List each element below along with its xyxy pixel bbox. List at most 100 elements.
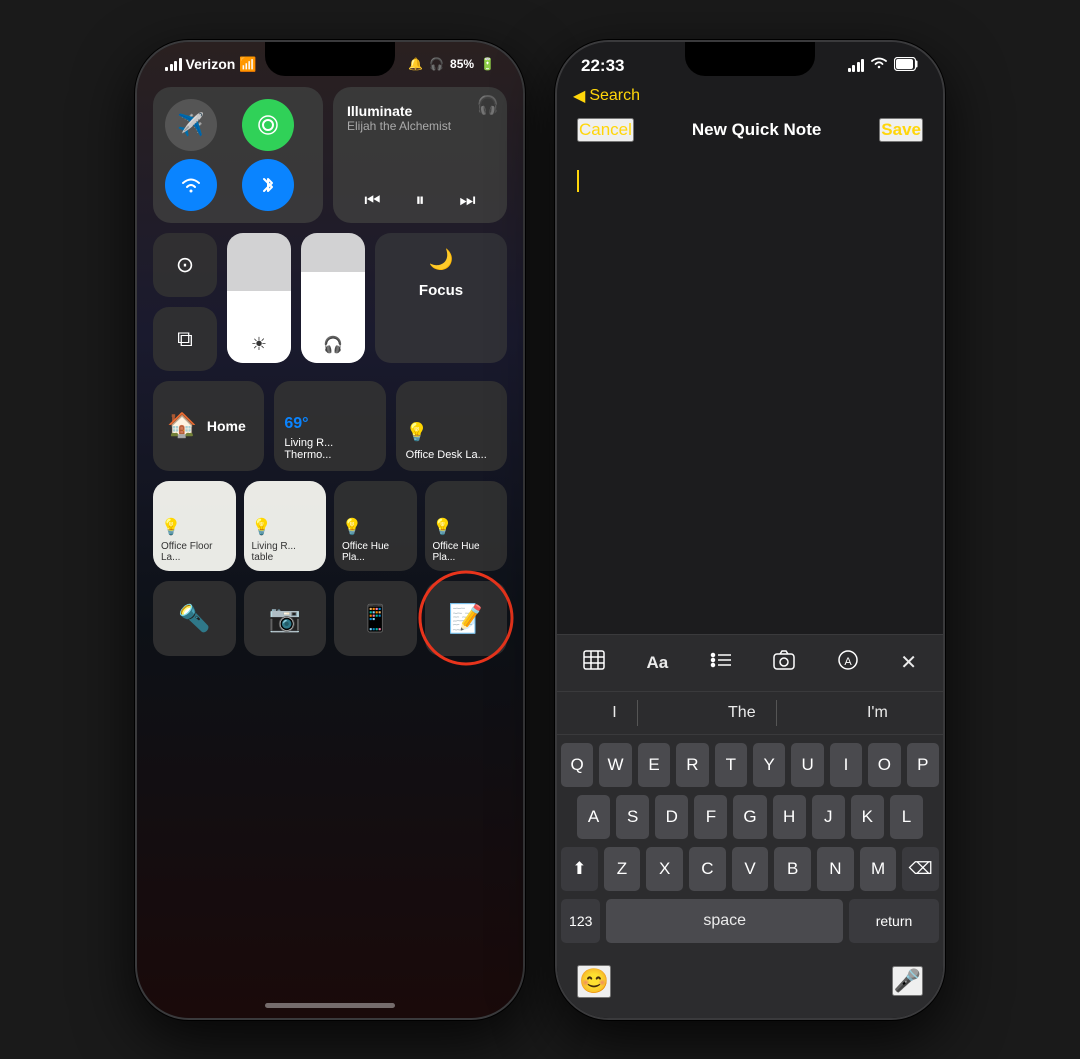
office-hue1-tile[interactable]: 💡 Office Hue Pla...: [334, 481, 417, 571]
key-o[interactable]: O: [868, 743, 900, 787]
key-h[interactable]: H: [773, 795, 806, 839]
bluetooth-button[interactable]: [242, 159, 294, 211]
format-text-button[interactable]: Aa: [641, 647, 675, 678]
key-b[interactable]: B: [774, 847, 811, 891]
prev-button[interactable]: ⏮: [364, 190, 380, 211]
microphone-button[interactable]: 🎤: [892, 966, 923, 996]
format-text-icon: Aa: [647, 653, 669, 672]
home-label: Home: [207, 418, 246, 434]
focus-button[interactable]: 🌙 Focus: [375, 233, 507, 363]
circle-a-button[interactable]: A: [831, 645, 865, 681]
cellular-button[interactable]: [242, 99, 294, 151]
key-a[interactable]: A: [577, 795, 610, 839]
music-title: Illuminate: [347, 103, 493, 119]
list-button[interactable]: [704, 647, 738, 679]
qn-time: 22:33: [581, 56, 624, 76]
brightness-slider[interactable]: ☀: [227, 233, 291, 363]
keyboard-bottom-row: 123 space return: [561, 899, 939, 943]
office-desk-tile[interactable]: 💡 Office Desk La...: [396, 381, 507, 471]
thermostat-tile[interactable]: 69° Living R... Thermo...: [274, 381, 385, 471]
cancel-button[interactable]: Cancel: [577, 118, 634, 142]
quick-note-button[interactable]: 📝: [425, 581, 508, 656]
key-l[interactable]: L: [890, 795, 923, 839]
remote-button[interactable]: 📱: [334, 581, 417, 656]
music-panel[interactable]: 🎧 Illuminate Elijah the Alchemist ⏮ ⏸ ⏭: [333, 87, 507, 223]
carrier-info: Verizon 📶: [165, 56, 257, 73]
key-s[interactable]: S: [616, 795, 649, 839]
camera-button[interactable]: 📷: [244, 581, 327, 656]
screen-mirror-button[interactable]: ⧉: [153, 307, 217, 371]
autocomplete-i[interactable]: I: [592, 700, 637, 726]
next-button[interactable]: ⏭: [459, 190, 475, 211]
note-editor[interactable]: [557, 154, 943, 635]
qn-battery-icon: [894, 57, 919, 74]
office-floor-tile[interactable]: 💡 Office Floor La...: [153, 481, 236, 571]
key-u[interactable]: U: [791, 743, 823, 787]
hue2-label: Office Hue Pla...: [433, 541, 500, 563]
key-c[interactable]: C: [689, 847, 726, 891]
home-button[interactable]: 🏠 Home: [153, 381, 264, 471]
office-desk-label: Office Desk La...: [406, 449, 487, 461]
flashlight-icon: 🔦: [178, 603, 210, 634]
airplane-mode-button[interactable]: ✈️: [165, 99, 217, 151]
key-f[interactable]: F: [694, 795, 727, 839]
key-z[interactable]: Z: [604, 847, 641, 891]
keyboard: Q W E R T Y U I O P A S D F G H J K: [557, 735, 943, 955]
numbers-key[interactable]: 123: [561, 899, 600, 943]
shift-key[interactable]: ⬆: [561, 847, 598, 891]
home-indicator: [265, 1003, 395, 1008]
note-header: Cancel New Quick Note Save: [557, 110, 943, 154]
key-t[interactable]: T: [715, 743, 747, 787]
key-d[interactable]: D: [655, 795, 688, 839]
left-phone: Verizon 📶 🔔 🎧 85% 🔋 ✈️: [135, 40, 525, 1020]
close-toolbar-button[interactable]: ✕: [894, 646, 923, 679]
autocomplete-im[interactable]: I'm: [847, 700, 908, 726]
delete-key[interactable]: ⌫: [902, 847, 939, 891]
flashlight-button[interactable]: 🔦: [153, 581, 236, 656]
battery-icon: 🔋: [480, 57, 495, 71]
emoji-button[interactable]: 😊: [577, 965, 611, 998]
space-key[interactable]: space: [606, 899, 843, 943]
key-v[interactable]: V: [732, 847, 769, 891]
table-button[interactable]: [577, 646, 611, 680]
volume-slider[interactable]: 🎧: [301, 233, 365, 363]
living-room-table-tile[interactable]: 💡 Living R... table: [244, 481, 327, 571]
wifi-status-icon: 📶: [239, 56, 256, 73]
office-hue2-tile[interactable]: 💡 Office Hue Pla...: [425, 481, 508, 571]
key-g[interactable]: G: [733, 795, 766, 839]
devices-row: 💡 Office Floor La... 💡 Living R... table…: [153, 481, 507, 571]
key-q[interactable]: Q: [561, 743, 593, 787]
save-button[interactable]: Save: [879, 118, 923, 142]
status-icons: 🔔 🎧 85% 🔋: [408, 57, 495, 71]
back-navigation[interactable]: ◀ Search: [557, 82, 943, 110]
temp-value: 69°: [284, 415, 308, 433]
home-icon: 🏠: [167, 411, 197, 440]
autocomplete-the[interactable]: The: [708, 700, 777, 726]
key-r[interactable]: R: [676, 743, 708, 787]
focus-label: Focus: [419, 282, 463, 299]
pause-button[interactable]: ⏸: [415, 190, 424, 211]
music-controls: ⏮ ⏸ ⏭: [347, 190, 493, 211]
key-k[interactable]: K: [851, 795, 884, 839]
battery-label: 85%: [450, 57, 474, 71]
rotation-lock-button[interactable]: ⊙: [153, 233, 217, 297]
key-e[interactable]: E: [638, 743, 670, 787]
key-p[interactable]: P: [907, 743, 939, 787]
key-m[interactable]: M: [860, 847, 897, 891]
key-x[interactable]: X: [646, 847, 683, 891]
back-label: Search: [589, 87, 640, 105]
hue1-icon: 💡: [342, 517, 362, 537]
key-i[interactable]: I: [830, 743, 862, 787]
key-j[interactable]: J: [812, 795, 845, 839]
camera-toolbar-button[interactable]: [767, 646, 801, 680]
key-n[interactable]: N: [817, 847, 854, 891]
key-y[interactable]: Y: [753, 743, 785, 787]
brightness-icon: ☀: [251, 334, 267, 355]
formatting-toolbar: Aa: [557, 635, 943, 692]
notch: [265, 42, 395, 76]
wifi-button[interactable]: [165, 159, 217, 211]
thermostat-label: Living R... Thermo...: [284, 437, 375, 461]
keyboard-row-3: ⬆ Z X C V B N M ⌫: [561, 847, 939, 891]
return-key[interactable]: return: [849, 899, 939, 943]
key-w[interactable]: W: [599, 743, 631, 787]
